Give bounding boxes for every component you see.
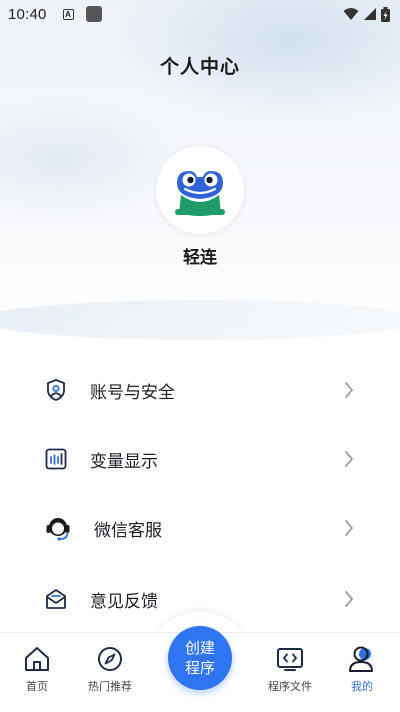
tab-program-files[interactable]: 程序文件 bbox=[250, 644, 330, 704]
page-title: 个人中心 bbox=[159, 56, 240, 78]
wifi-icon bbox=[343, 8, 359, 20]
menu-label: 账号与安全 bbox=[90, 382, 175, 403]
user-shield-icon bbox=[42, 376, 70, 404]
tab-label: 我的 bbox=[351, 680, 373, 693]
header-wave-decoration bbox=[0, 300, 400, 340]
tab-label: 程序文件 bbox=[268, 680, 312, 693]
headset-icon bbox=[44, 514, 72, 542]
menu-item-account-security[interactable]: 账号与安全 bbox=[0, 362, 400, 418]
tab-hot-recommend[interactable]: 热门推荐 bbox=[70, 644, 150, 704]
menu-item-wechat-service[interactable]: 微信客服 bbox=[0, 500, 400, 556]
mail-feedback-icon bbox=[42, 585, 70, 613]
chevron-right-icon bbox=[344, 450, 354, 468]
home-icon bbox=[22, 644, 52, 674]
chevron-right-icon bbox=[344, 381, 354, 399]
menu-label: 微信客服 bbox=[94, 520, 162, 541]
create-program-button[interactable]: 创建程序 bbox=[168, 626, 232, 690]
chevron-right-icon bbox=[344, 519, 354, 537]
signal-icon bbox=[364, 8, 376, 20]
menu-item-variable-display[interactable]: 变量显示 bbox=[0, 431, 400, 487]
tab-label: 热门推荐 bbox=[88, 680, 132, 693]
battery-icon bbox=[381, 6, 390, 22]
menu-label: 意见反馈 bbox=[90, 591, 158, 612]
avatar[interactable] bbox=[156, 146, 244, 234]
compass-icon bbox=[95, 644, 125, 674]
tab-home[interactable]: 首页 bbox=[0, 644, 77, 704]
code-file-icon bbox=[275, 644, 305, 674]
tab-label: 首页 bbox=[26, 680, 48, 693]
notification-app-icon bbox=[85, 6, 102, 22]
frog-logo-icon bbox=[175, 171, 225, 216]
profile-icon bbox=[347, 644, 377, 674]
chevron-right-icon bbox=[344, 590, 354, 608]
status-bar: 10:40 A bbox=[0, 0, 400, 28]
username: 轻连 bbox=[183, 248, 217, 268]
variable-bars-icon bbox=[42, 445, 70, 473]
tab-mine[interactable]: 我的 bbox=[322, 644, 400, 704]
menu-label: 变量显示 bbox=[90, 451, 158, 472]
status-time: 10:40 bbox=[8, 5, 47, 23]
notification-a-icon: A bbox=[62, 8, 74, 20]
